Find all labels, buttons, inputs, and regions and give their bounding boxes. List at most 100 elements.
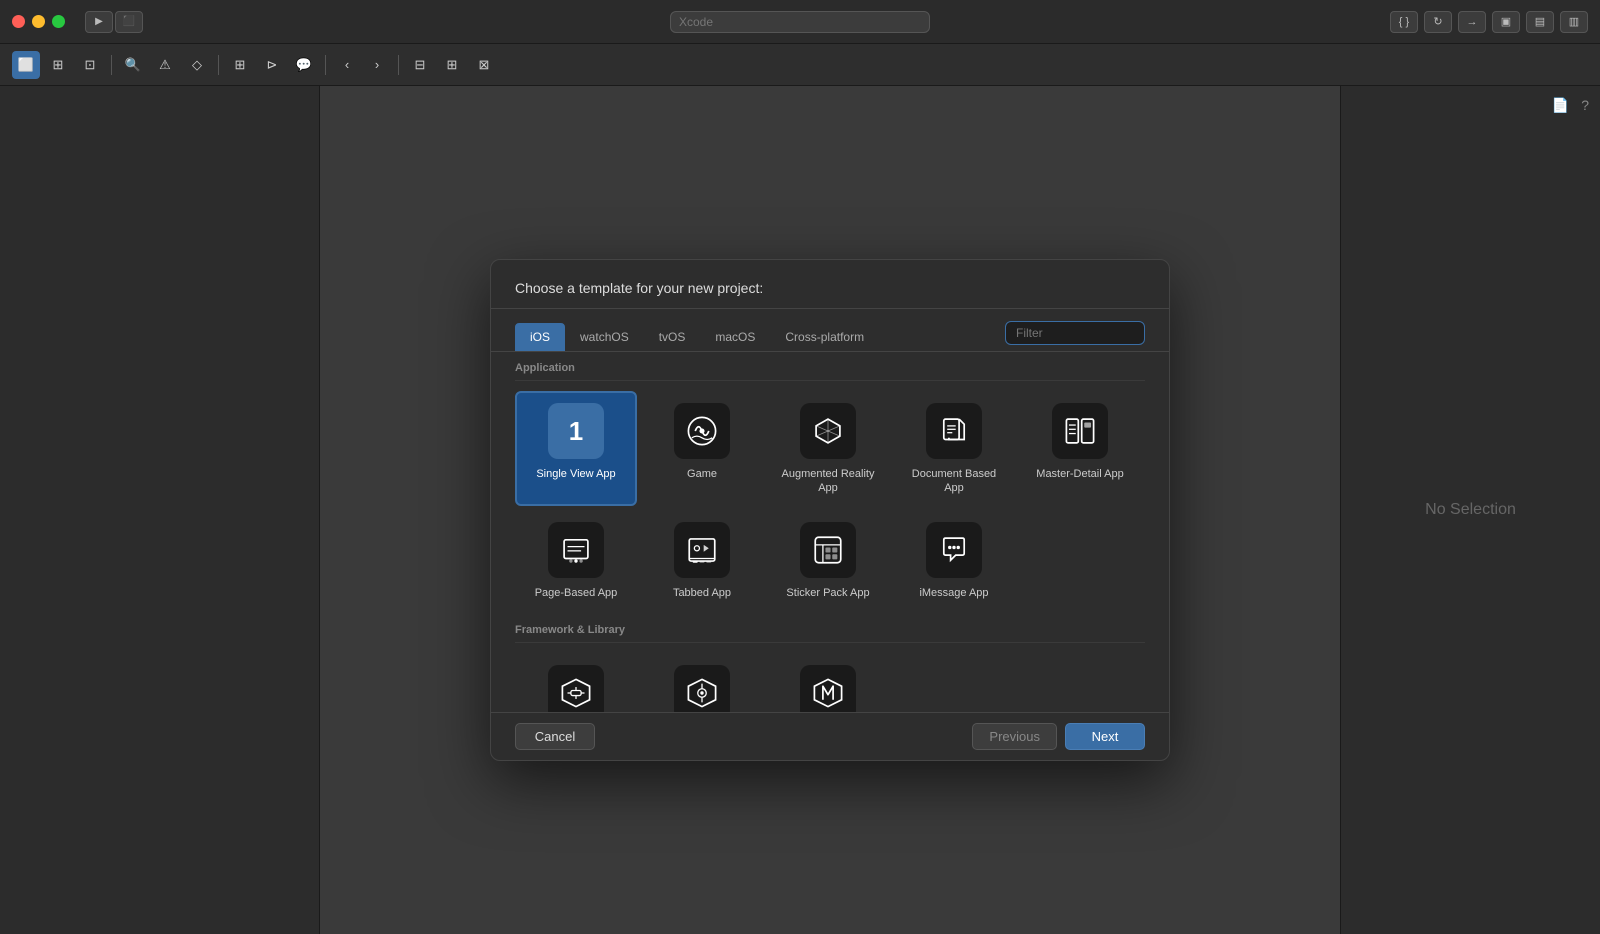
minimize-button[interactable] [32,15,45,28]
grid-tool[interactable]: ⊞ [226,51,254,79]
tab-cross-platform[interactable]: Cross-platform [770,323,879,351]
titlebar-right-controls: { } ↻ → ▣ ▤ ▥ [1390,11,1588,33]
tab-tvos[interactable]: tvOS [644,323,701,351]
imessage-app-label: iMessage App [919,586,988,600]
hierarchy-toggle[interactable]: ⊡ [76,51,104,79]
nav-buttons: ‹ › [333,51,391,79]
next-button[interactable]: Next [1065,723,1145,750]
search-tool[interactable]: 🔍 [119,51,147,79]
tab-watchos[interactable]: watchOS [565,323,644,351]
nav-back[interactable]: ‹ [333,51,361,79]
right-panel-toggle[interactable]: ⊞ [438,51,466,79]
template-cocoa-framework[interactable]: Cocoa Touch Framework [515,653,637,712]
content-area: Choose a template for your new project: … [320,86,1340,934]
toolbar-separator-1 [111,55,112,75]
template-tabbed-app[interactable]: Tabbed App [641,510,763,610]
comment-tool[interactable]: 💬 [290,51,318,79]
main-layout: Choose a template for your new project: … [0,86,1600,934]
template-document-app[interactable]: Document Based App [893,391,1015,506]
tab-ios[interactable]: iOS [515,323,565,351]
forward-icon[interactable]: → [1458,11,1486,33]
framework-grid: Cocoa Touch Framework [515,649,1145,712]
master-detail-icon [1052,403,1108,459]
canvas-toggle[interactable]: ⊟ [406,51,434,79]
no-selection-label: No Selection [1425,501,1516,519]
toolbar-separator-2 [218,55,219,75]
template-page-based-app[interactable]: Page-Based App [515,510,637,610]
inspector-help-icon[interactable]: ? [1578,94,1592,117]
titlebar-center [670,11,930,33]
template-cocoa-static-library[interactable]: Cocoa Touch Static Library [641,653,763,712]
toolbar-separator-4 [398,55,399,75]
template-master-detail-app[interactable]: Master-Detail App [1019,391,1141,506]
nav-forward[interactable]: › [363,51,391,79]
template-game[interactable]: Game [641,391,763,506]
modal-title: Choose a template for your new project: [515,280,763,296]
traffic-lights [12,15,65,28]
cocoa-framework-svg [559,676,593,710]
sticker-pack-svg [811,533,845,567]
ar-svg [811,414,845,448]
sticker-pack-icon [800,522,856,578]
inspector-toggle[interactable]: ⊞ [44,51,72,79]
previous-button[interactable]: Previous [972,723,1057,750]
modal-footer: Cancel Previous Next [491,712,1169,760]
navigator-toggle[interactable]: ⬜ [12,51,40,79]
platform-tabs: iOS watchOS tvOS macOS Cross-platform [491,309,1169,352]
footer-right: Previous Next [972,723,1145,750]
run-button[interactable]: ▶ [85,11,113,33]
filter-container [1005,321,1145,345]
refresh-icon[interactable]: ↻ [1424,11,1452,33]
metal-library-icon [800,665,856,712]
page-based-svg [559,533,593,567]
tabbed-app-label: Tabbed App [673,586,731,600]
single-view-app-icon: 1 [548,403,604,459]
filter-input[interactable] [1005,321,1145,345]
close-button[interactable] [12,15,25,28]
maximize-button[interactable] [52,15,65,28]
master-detail-svg [1063,414,1097,448]
cocoa-framework-icon [548,665,604,712]
template-ar-app[interactable]: Augmented Reality App [767,391,889,506]
template-sticker-pack-app[interactable]: Sticker Pack App [767,510,889,610]
tabbed-svg [685,533,719,567]
tabbed-app-icon [674,522,730,578]
imessage-app-icon [926,522,982,578]
titlebar-search-input[interactable] [670,11,930,33]
right-panel: 📄 ? No Selection [1340,86,1600,934]
toolbar-separator-3 [325,55,326,75]
document-svg [937,414,971,448]
link-tool[interactable]: ⊳ [258,51,286,79]
template-metal-library[interactable]: Metal Library [767,653,889,712]
titlebar: ▶ ⬛ { } ↻ → ▣ ▤ ▥ [0,0,1600,44]
game-icon [674,403,730,459]
diamond-tool[interactable]: ◇ [183,51,211,79]
stop-button[interactable]: ⬛ [115,11,143,33]
template-imessage-app[interactable]: iMessage App [893,510,1015,610]
inspector-doc-icon[interactable]: 📄 [1549,94,1572,117]
cocoa-static-icon [674,665,730,712]
master-detail-label: Master-Detail App [1036,467,1123,481]
template-single-view-app[interactable]: 1 Single View App [515,391,637,506]
warning-tool[interactable]: ⚠ [151,51,179,79]
new-project-modal: Choose a template for your new project: … [490,259,1170,761]
tab-macos[interactable]: macOS [700,323,770,351]
layout2-icon[interactable]: ▤ [1526,11,1554,33]
game-svg [685,414,719,448]
layout1-icon[interactable]: ▣ [1492,11,1520,33]
modal-header: Choose a template for your new project: [491,260,1169,309]
cancel-button[interactable]: Cancel [515,723,595,750]
section-application: Application [515,352,1145,381]
ar-app-label: Augmented Reality App [775,467,881,496]
document-app-icon [926,403,982,459]
ar-app-icon [800,403,856,459]
game-label: Game [687,467,717,481]
imessage-svg [937,533,971,567]
left-sidebar [0,86,320,934]
modal-overlay: Choose a template for your new project: … [320,86,1340,934]
extra-toggle[interactable]: ⊠ [470,51,498,79]
document-app-label: Document Based App [901,467,1007,496]
page-based-icon [548,522,604,578]
code-icon[interactable]: { } [1390,11,1418,33]
layout3-icon[interactable]: ▥ [1560,11,1588,33]
